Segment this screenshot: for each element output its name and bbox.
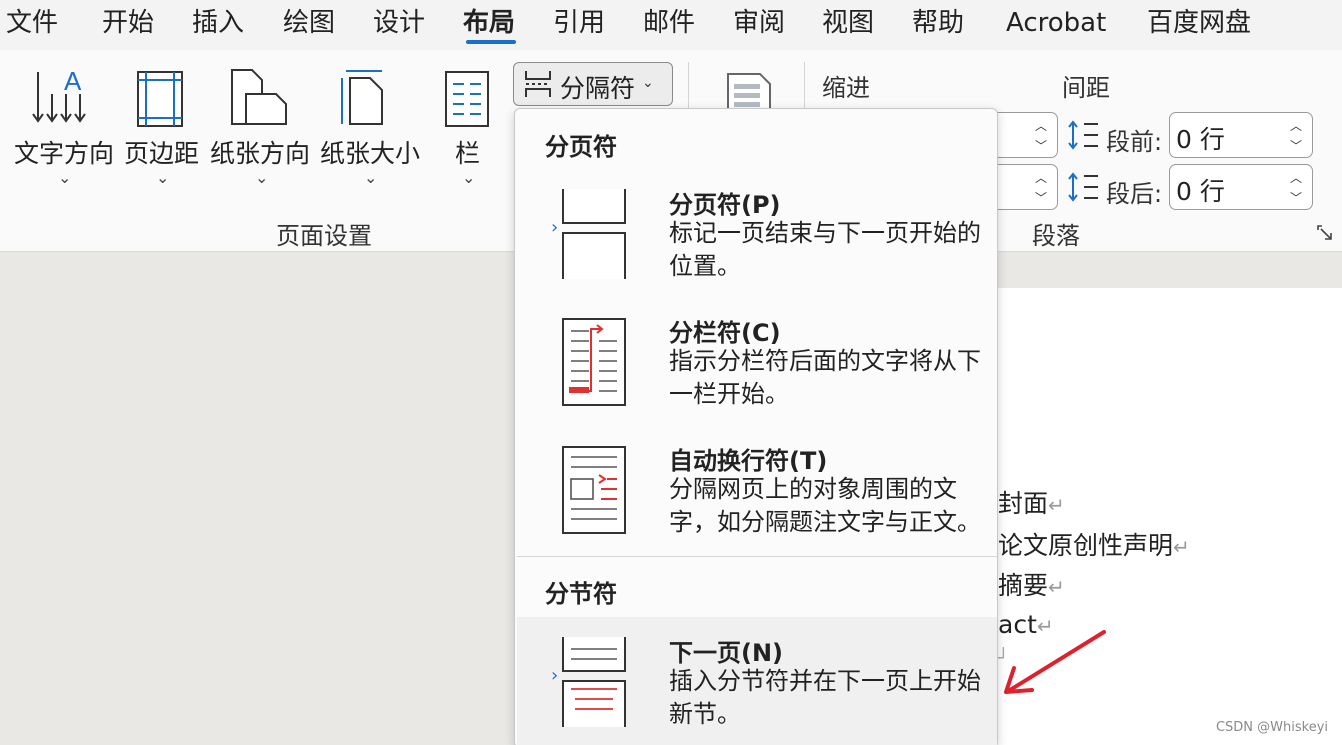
text-direction-label: 文字方向	[14, 139, 115, 168]
chevron-down-icon: ⌄	[642, 75, 654, 91]
chevron-down-icon: ⌄	[462, 168, 476, 187]
dialog-launcher-icon[interactable]	[1316, 224, 1334, 242]
menu-item-page-break[interactable]: › 分页符(P) 标记一页结束与下一页开始的位置。	[517, 171, 997, 295]
chevron-right-icon: ›	[551, 665, 559, 686]
spacing-before-value[interactable]: 0 行	[1176, 120, 1225, 156]
spacing-before-label: 段前:	[1106, 128, 1163, 156]
indent-header: 缩进	[822, 74, 870, 102]
line-numbers-icon	[727, 73, 771, 110]
menu-item-desc: 指示分栏符后面的文字将从下一栏开始。	[669, 347, 981, 408]
menu-item-title: 分栏符(C)	[669, 319, 781, 347]
spacing-after-icon	[1068, 172, 1098, 202]
page-breaks-header: 分页符	[545, 133, 617, 161]
menu-item-desc: 分隔网页上的对象周围的文字，如分隔题注文字与正文。	[669, 475, 981, 536]
columns-label: 栏	[455, 139, 481, 168]
chevron-down-icon: ⌄	[58, 168, 72, 187]
spin-up-icon[interactable]: ︿	[1035, 117, 1047, 134]
page-break-icon	[562, 189, 626, 279]
tab-view[interactable]: 视图	[822, 4, 874, 42]
doc-line-text: 摘要	[998, 571, 1049, 600]
columns-icon	[445, 71, 489, 127]
menu-item-desc: 标记一页结束与下一页开始的位置。	[669, 219, 981, 280]
breaks-icon	[525, 71, 551, 97]
tab-design[interactable]: 设计	[373, 4, 425, 42]
spin-up-icon[interactable]: ︿	[1290, 117, 1302, 134]
spin-down-icon[interactable]: ﹀	[1290, 137, 1302, 154]
active-tab-indicator	[466, 40, 516, 44]
column-break-icon	[562, 318, 626, 406]
paragraph-mark-icon: ↵	[1173, 535, 1190, 559]
ribbon-tab-bar: 文件 开始 插入 绘图 设计 布局 引用 邮件 审阅 视图 帮助 Acrobat…	[0, 0, 1342, 50]
spacing-before-spinner[interactable]: 0 行 ︿ ﹀	[1169, 112, 1313, 158]
spin-down-icon[interactable]: ﹀	[1035, 137, 1047, 154]
page-setup-group-label: 页面设置	[276, 222, 372, 250]
menu-item-title: 分页符(P)	[669, 191, 781, 219]
text-direction-icon: A	[32, 68, 86, 123]
chevron-down-icon: ⌄	[156, 168, 170, 187]
svg-text:A: A	[64, 68, 82, 96]
tab-insert[interactable]: 插入	[192, 4, 244, 42]
tab-review[interactable]: 审阅	[733, 4, 785, 42]
tab-home[interactable]: 开始	[102, 4, 154, 42]
spacing-after-label: 段后:	[1106, 180, 1163, 208]
tab-acrobat[interactable]: Acrobat	[1006, 4, 1106, 42]
menu-item-title: 下一页(N)	[669, 639, 784, 667]
tab-help[interactable]: 帮助	[912, 4, 964, 42]
menu-item-next-page[interactable]: › 下一页(N) 插入分节符并在下一页上开始新节。	[517, 617, 997, 745]
doc-line-text: 论文原创性声明	[998, 531, 1174, 560]
spin-down-icon[interactable]: ﹀	[1290, 189, 1302, 206]
next-page-section-break-icon	[562, 637, 626, 727]
chevron-right-icon: ›	[551, 217, 559, 238]
margins-label: 页边距	[124, 139, 200, 168]
paper-size-icon	[341, 70, 383, 125]
spin-down-icon[interactable]: ﹀	[1035, 189, 1047, 206]
tab-draw[interactable]: 绘图	[283, 4, 335, 42]
paper-size-label: 纸张大小	[320, 139, 421, 168]
orientation-icon	[231, 69, 287, 125]
menu-divider	[517, 556, 997, 557]
spacing-after-value[interactable]: 0 行	[1176, 172, 1225, 208]
menu-item-text-wrapping-break[interactable]: 自动换行符(T) 分隔网页上的对象周围的文字，如分隔题注文字与正文。	[517, 427, 997, 551]
paragraph-mark-icon: ↵	[1048, 493, 1065, 517]
doc-line-declaration[interactable]: 论文原创性声明↵	[998, 526, 1190, 562]
watermark: CSDN @Whiskeyi	[1215, 720, 1328, 735]
doc-line-text: 封面	[998, 489, 1049, 518]
spin-up-icon[interactable]: ︿	[1290, 169, 1302, 186]
annotation-arrow-icon	[1004, 630, 1106, 694]
tab-mailings[interactable]: 邮件	[643, 4, 695, 42]
doc-line-abstract[interactable]: 摘要↵	[998, 566, 1065, 602]
tab-layout[interactable]: 布局	[463, 4, 515, 42]
spacing-header: 间距	[1062, 74, 1110, 102]
breaks-dropdown-button[interactable]: 分隔符 ⌄	[513, 62, 673, 106]
tab-references[interactable]: 引用	[553, 4, 605, 42]
text-wrapping-break-icon	[562, 446, 626, 534]
margins-icon	[137, 71, 183, 127]
breaks-label: 分隔符	[560, 74, 636, 103]
breaks-dropdown-menu: 分页符 › 分页符(P) 标记一页结束与下一页开始的位置。 分栏符(C) 指示分…	[514, 108, 998, 745]
spacing-after-spinner[interactable]: 0 行 ︿ ﹀	[1169, 164, 1313, 210]
spacing-before-icon	[1068, 120, 1098, 150]
chevron-down-icon: ⌄	[255, 168, 269, 187]
tab-file[interactable]: 文件	[6, 4, 58, 42]
paragraph-mark-icon: ↵	[1048, 575, 1065, 599]
paragraph-group-label: 段落	[1032, 222, 1080, 250]
menu-item-title: 自动换行符(T)	[669, 447, 828, 475]
chevron-down-icon: ⌄	[364, 168, 378, 187]
orientation-label: 纸张方向	[210, 139, 311, 168]
spin-up-icon[interactable]: ︿	[1035, 169, 1047, 186]
section-breaks-header: 分节符	[545, 580, 617, 608]
doc-line-cover[interactable]: 封面↵	[998, 484, 1065, 520]
tab-baidu-netdisk[interactable]: 百度网盘	[1147, 4, 1251, 42]
menu-item-column-break[interactable]: 分栏符(C) 指示分栏符后面的文字将从下一栏开始。	[517, 299, 997, 423]
menu-item-desc: 插入分节符并在下一页上开始新节。	[669, 667, 981, 728]
